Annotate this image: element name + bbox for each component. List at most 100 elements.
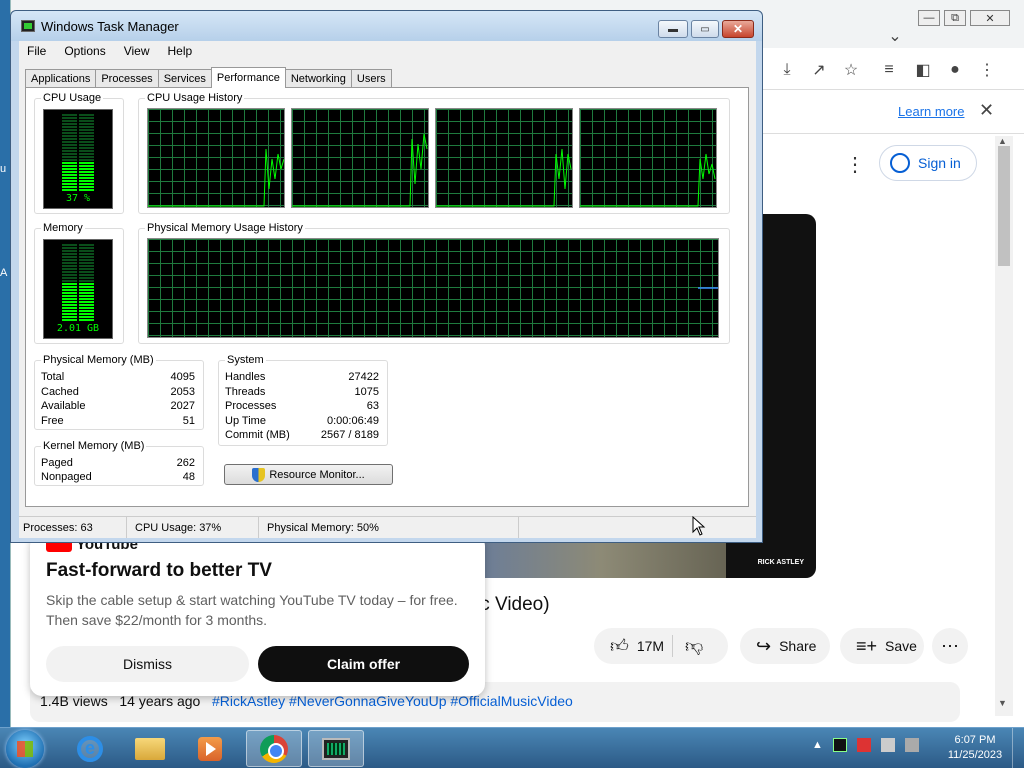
thumbs-down-icon[interactable]: 👎︎ [672,635,703,657]
install-app-icon[interactable]: ⤓ [777,60,797,80]
meter-segment [79,165,94,167]
taskbar-internet-explorer[interactable]: e [62,730,118,767]
taskbar-media-player[interactable] [182,730,238,767]
meter-segment [62,319,77,321]
start-button[interactable] [6,730,44,768]
chrome-menu-icon[interactable]: ⋮ [977,60,997,80]
save-button[interactable]: ≡+ Save [840,628,924,664]
sign-in-button[interactable]: Sign in [879,145,977,181]
cpu-meter: 37 % [43,109,113,209]
tab-services[interactable]: Services [157,69,212,88]
tab-users[interactable]: Users [350,69,392,88]
meter-segment [62,316,77,318]
like-button[interactable]: 👍︎ 17M 👎︎ [594,628,728,664]
meter-segment [79,186,94,188]
menu-help[interactable]: Help [168,44,193,58]
tab-processes[interactable]: Processes [95,69,159,88]
tab-networking[interactable]: Networking [284,69,352,88]
promo-title: Fast-forward to better TV [46,560,272,581]
task-manager-titlebar[interactable]: Windows Task Manager ▬ ▭ ✕ [11,11,762,41]
youtube-more-icon[interactable]: ⋮ [845,152,865,177]
maximize-button[interactable]: ▭ [691,20,719,38]
meter-segment [62,286,77,288]
clock[interactable]: 6:07 PM 11/25/2023 [940,733,1010,763]
dismiss-button[interactable]: Dismiss [46,646,249,682]
menu-options[interactable]: Options [64,44,105,58]
show-desktop-button[interactable] [1012,728,1024,768]
system-group: System Handles 27422 Threads 1075 Processe… [218,354,388,446]
cpu-usage-group: CPU Usage 37 % [34,92,124,214]
meter-segment [62,180,77,182]
like-count: 17M [636,638,665,654]
meter-segment [62,313,77,315]
media-controls-icon[interactable]: ≡ [879,60,899,80]
stat-row: Handles 27422 [225,371,379,385]
meter-segment [79,189,94,191]
resource-monitor-button[interactable]: Resource Monitor... [224,464,393,485]
meter-segment [79,295,94,297]
menu-file[interactable]: File [27,44,46,58]
tab-applications[interactable]: Applications [25,69,97,88]
mouse-cursor [692,516,706,536]
scroll-thumb[interactable] [998,146,1010,266]
tab-search-icon[interactable]: ⌄ [885,26,905,46]
learn-more-link[interactable]: Learn more [898,104,964,119]
chrome-close-button[interactable]: ✕ [970,10,1010,26]
scroll-up-icon[interactable]: ▲ [998,136,1007,146]
meter-segment [62,189,77,191]
video-caption: RICK ASTLEY [757,559,804,566]
stat-value: 4095 [170,371,195,383]
meter-segment [79,310,94,312]
meter-segment [79,304,94,306]
meter-segment [62,304,77,306]
tab-performance[interactable]: Performance [210,67,286,88]
scroll-down-icon[interactable]: ▼ [998,698,1007,708]
network-icon[interactable] [880,738,895,752]
task-manager-tray-icon[interactable] [832,738,847,752]
chrome-minimize-button[interactable]: — [918,10,940,26]
meter-segment [79,177,94,179]
meter-segment [79,250,94,252]
page-scrollbar[interactable]: ▲ ▼ [995,136,1013,716]
stat-row: Threads 1075 [225,386,379,400]
status-spacer [519,517,756,538]
media-player-icon [198,736,222,761]
meter-segment [79,277,94,279]
minimize-button[interactable]: ▬ [658,20,688,38]
share-button[interactable]: ↪ Share [740,628,830,664]
meter-segment [79,135,94,137]
taskbar-file-explorer[interactable] [122,730,178,767]
stat-label: Paged [41,457,73,469]
tab-bar: Applications Processes Services Performa… [25,67,392,88]
meter-segment [62,256,77,258]
infobar-close-icon[interactable]: ✕ [979,100,994,121]
taskbar-chrome[interactable] [246,730,302,767]
more-actions-button[interactable]: ⋯ [932,628,968,664]
taskbar-task-manager[interactable] [308,730,364,767]
meter-segment [62,307,77,309]
meter-segment [79,316,94,318]
claim-offer-button[interactable]: Claim offer [258,646,469,682]
stat-value: 48 [182,471,195,483]
chrome-restore-button[interactable]: ⧉ [944,10,966,26]
clock-time: 6:07 PM [954,734,996,746]
show-hidden-icons-icon[interactable]: ▲ [812,739,823,751]
status-processes: Processes: 63 [19,517,127,538]
task-manager-body: File Options View Help Applications Proc… [19,41,756,538]
meter-segment [62,174,77,176]
meter-segment [79,313,94,315]
stat-row: Nonpaged 48 [41,471,195,485]
chrome-icon [260,734,288,763]
meter-segment [79,292,94,294]
side-panel-icon[interactable]: ◧ [913,60,933,80]
close-button[interactable]: ✕ [722,20,754,38]
menu-view[interactable]: View [124,44,150,58]
share-page-icon[interactable]: ↗ [809,60,829,80]
profile-avatar-icon[interactable]: ● [945,60,965,80]
meter-segment [79,126,94,128]
volume-muted-icon[interactable] [904,738,919,752]
stat-row: Processes 63 [225,400,379,414]
meter-segment [62,156,77,158]
action-center-icon[interactable] [856,738,871,752]
bookmark-star-icon[interactable]: ☆ [841,60,861,80]
